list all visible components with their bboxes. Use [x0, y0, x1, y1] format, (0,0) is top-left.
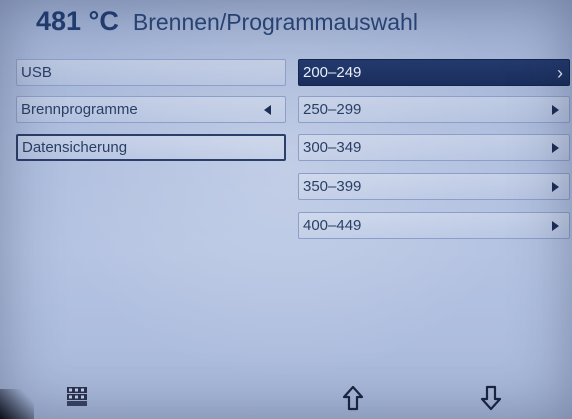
range-item-200-249[interactable]: 200–249 ›: [298, 59, 570, 86]
page-title: Brennen/Programmauswahl: [132, 9, 418, 35]
menu-item-label: USB: [21, 64, 52, 81]
range-item-250-299[interactable]: 250–299: [298, 96, 570, 123]
range-item-300-349[interactable]: 300–349: [298, 134, 570, 161]
range-item-label: 400–449: [303, 217, 362, 234]
triangle-right-icon: [552, 104, 559, 115]
range-item-label: 200–249: [303, 64, 362, 81]
menu-item-usb[interactable]: USB: [16, 59, 286, 86]
triangle-right-icon: [552, 142, 559, 153]
temperature-readout: 481 °C: [36, 6, 119, 36]
chevron-right-icon: ›: [557, 62, 563, 83]
triangle-right-icon: [552, 181, 559, 192]
arrow-up-icon[interactable]: [342, 385, 364, 411]
menu-item-brennprogramme[interactable]: Brennprogramme: [16, 96, 286, 123]
range-item-400-449[interactable]: 400–449: [298, 212, 570, 239]
header: 481 °C Brennen/Programmauswahl: [36, 6, 418, 50]
menu-item-label: Datensicherung: [22, 139, 128, 156]
range-item-label: 350–399: [303, 178, 362, 195]
numeric-keypad-icon[interactable]: [66, 386, 88, 408]
range-item-label: 300–349: [303, 139, 362, 156]
range-item-350-399[interactable]: 350–399: [298, 173, 570, 200]
arrow-down-icon[interactable]: [480, 385, 502, 411]
triangle-left-icon: [264, 104, 271, 115]
display-screen: 481 °C Brennen/Programmauswahl USB Brenn…: [0, 0, 572, 419]
menu-item-label: Brennprogramme: [21, 101, 138, 118]
menu-item-datensicherung[interactable]: Datensicherung: [16, 134, 286, 161]
bezel-corner: [0, 389, 34, 419]
triangle-right-icon: [552, 220, 559, 231]
range-item-label: 250–299: [303, 101, 362, 118]
